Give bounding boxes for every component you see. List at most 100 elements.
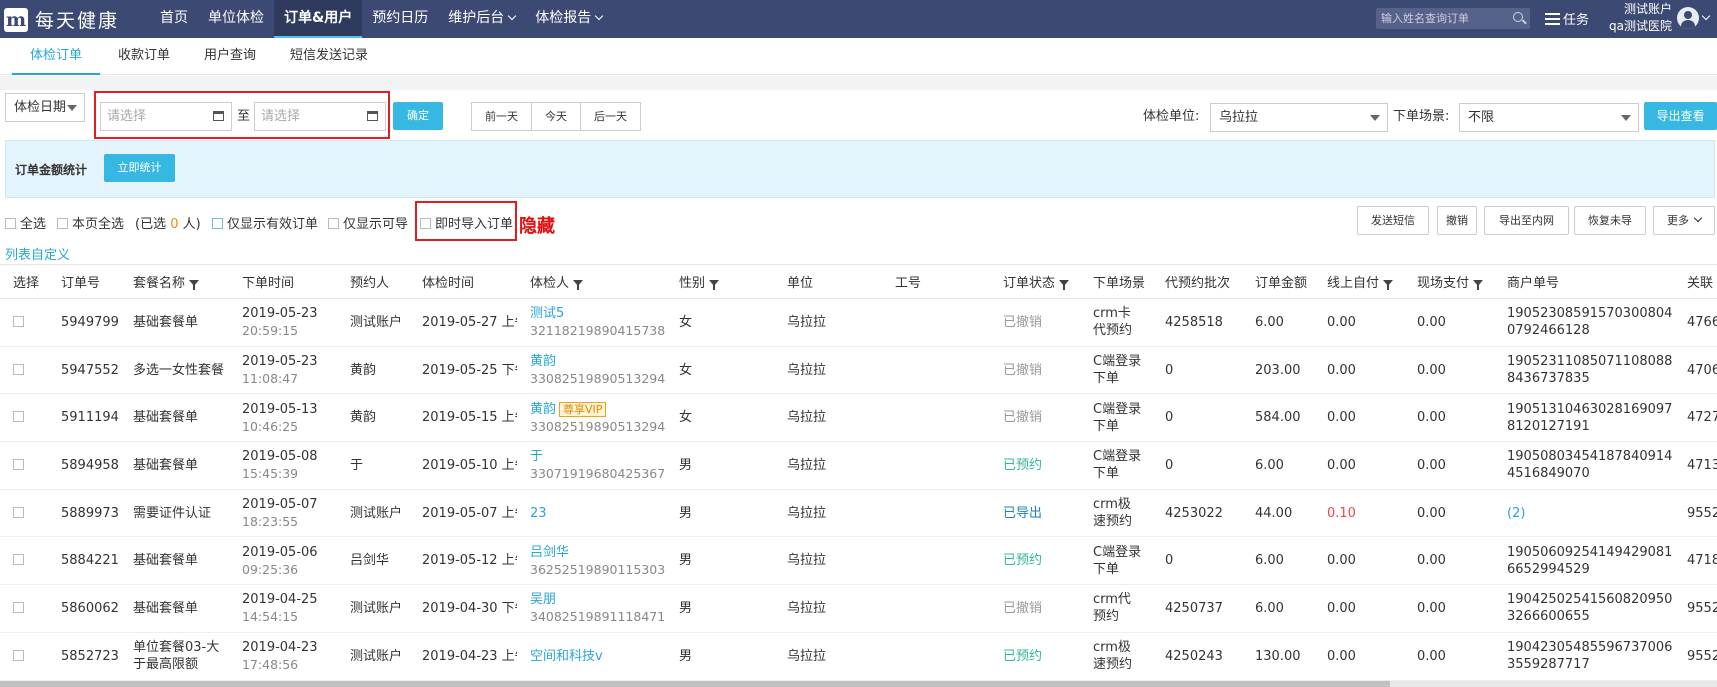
tab-payment-orders[interactable]: 收款订单 xyxy=(102,38,186,75)
revoke-button[interactable]: 撤销 xyxy=(1437,206,1477,235)
row-select-cell[interactable] xyxy=(0,346,48,395)
nav-calendar[interactable]: 预约日历 xyxy=(362,0,438,38)
table-row[interactable]: 5949799 基础套餐单 2019-05-23 20:59:15 测试账户 2019-0… xyxy=(0,298,1717,347)
nav-reports[interactable]: 体检报告 xyxy=(525,0,612,38)
task-button[interactable]: 任务 xyxy=(1545,9,1589,28)
select-page-checkbox[interactable]: 本页全选 xyxy=(57,213,124,232)
order-status-cell: 已预约 xyxy=(990,632,1080,681)
tab-exam-orders[interactable]: 体检订单 xyxy=(12,38,101,75)
calculate-now-button[interactable]: 立即统计 xyxy=(104,154,175,182)
send-sms-button[interactable]: 发送短信 xyxy=(1357,206,1429,235)
nav-orders-users[interactable]: 订单&用户 xyxy=(274,0,363,38)
tab-user-query[interactable]: 用户查询 xyxy=(188,38,272,75)
examinee-name-link[interactable]: 黄韵 xyxy=(530,354,556,369)
scene-select[interactable]: 不限 xyxy=(1459,103,1639,132)
account-info[interactable]: 测试账户 qa测试医院 xyxy=(1592,1,1672,35)
table-row[interactable]: 5911194 基础套餐单 2019-05-13 10:46:25 黄韵 2019-05-… xyxy=(0,393,1717,443)
chevron-down-icon[interactable] xyxy=(1701,11,1711,21)
filter-icon[interactable] xyxy=(1383,280,1394,290)
col-status[interactable]: 订单状态 xyxy=(990,264,1080,299)
unit-select[interactable]: 乌拉拉 xyxy=(1210,103,1388,132)
checkbox-icon[interactable] xyxy=(13,315,24,327)
next-day-button[interactable]: 后一天 xyxy=(581,103,640,130)
filter-icon[interactable] xyxy=(573,280,584,290)
restore-unexported-button[interactable]: 恢复未导 xyxy=(1574,206,1646,235)
start-date-input[interactable]: 请选择 xyxy=(100,102,232,131)
col-amount[interactable]: 订单金额 xyxy=(1242,264,1314,299)
table-row[interactable]: 5889973 需要证件认证 2019-05-07 18:23:55 测试账户 2019-… xyxy=(0,489,1717,538)
export-intranet-button[interactable]: 导出至内网 xyxy=(1484,206,1569,235)
checkbox-icon[interactable] xyxy=(13,649,24,661)
today-button[interactable]: 今天 xyxy=(532,103,581,130)
nav-maintenance[interactable]: 维护后台 xyxy=(438,0,525,38)
examinee-name-link[interactable]: 吕剑华 xyxy=(530,545,569,560)
col-online[interactable]: 线上自付 xyxy=(1314,264,1404,299)
order-search-input[interactable] xyxy=(1376,8,1504,29)
col-scene[interactable]: 下单场景 xyxy=(1080,264,1152,299)
table-row[interactable]: 5860062 基础套餐单 2019-04-25 14:54:15 测试账户 2019-0… xyxy=(0,584,1717,633)
merchant-order-link[interactable]: (2) xyxy=(1507,506,1525,521)
checkbox-icon[interactable] xyxy=(13,363,24,375)
row-select-cell[interactable] xyxy=(0,441,48,490)
table-row[interactable]: 5852723 单位套餐03-大于最高限额 2019-04-23 17:48:56 测试… xyxy=(0,632,1717,681)
select-all-checkbox[interactable]: 全选 xyxy=(5,213,46,232)
row-select-cell[interactable] xyxy=(0,536,48,586)
filter-icon[interactable] xyxy=(1473,280,1484,290)
online-paid-cell: 0.00 xyxy=(1314,393,1404,443)
prev-day-button[interactable]: 前一天 xyxy=(472,103,532,130)
col-merchant-no[interactable]: 商户单号 xyxy=(1494,264,1674,299)
tab-sms-records[interactable]: 短信发送记录 xyxy=(274,38,384,75)
nav-unit-exam[interactable]: 单位体检 xyxy=(198,0,274,38)
instant-import-checkbox[interactable]: 即时导入订单 xyxy=(420,213,513,232)
filter-icon[interactable] xyxy=(189,280,200,290)
col-gender[interactable]: 性别 xyxy=(666,264,774,299)
only-available-checkbox[interactable]: 仅显示可导 xyxy=(328,213,408,232)
customize-columns-link[interactable]: 列表自定义 xyxy=(5,244,70,263)
col-package[interactable]: 套餐名称 xyxy=(120,264,229,299)
row-select-cell[interactable] xyxy=(0,298,48,347)
exam-time: 2019-04-23 上午 xyxy=(409,632,517,681)
table-row[interactable]: 5894958 基础套餐单 2019-05-08 15:45:39 于 2019-05-1… xyxy=(0,441,1717,490)
only-valid-checkbox[interactable]: 仅显示有效订单 xyxy=(212,213,318,232)
confirm-button[interactable]: 确定 xyxy=(393,102,443,130)
col-unit[interactable]: 单位 xyxy=(774,264,882,299)
search-icon[interactable] xyxy=(1513,12,1523,22)
examinee-name-link[interactable]: 黄韵 xyxy=(530,402,556,417)
row-select-cell[interactable] xyxy=(0,489,48,538)
col-emp-no[interactable]: 工号 xyxy=(882,264,990,299)
nav-home[interactable]: 首页 xyxy=(150,0,198,38)
row-select-cell[interactable] xyxy=(0,632,48,681)
checkbox-icon[interactable] xyxy=(13,458,24,470)
row-select-cell[interactable] xyxy=(0,584,48,633)
col-examinee[interactable]: 体检人 xyxy=(517,264,666,299)
col-order-time[interactable]: 下单时间 xyxy=(229,264,337,299)
table-row[interactable]: 5884221 基础套餐单 2019-05-06 09:25:36 吕剑华 2019-05… xyxy=(0,536,1717,586)
export-button[interactable]: 导出查看 xyxy=(1644,102,1717,130)
col-exam-time[interactable]: 体检时间 xyxy=(409,264,517,299)
checkbox-icon[interactable] xyxy=(13,554,24,566)
table-row[interactable]: 5947552 多选一女性套餐 2019-05-23 11:08:47 黄韵 2019-0… xyxy=(0,346,1717,395)
scrollbar-thumb[interactable] xyxy=(0,681,1390,687)
checkbox-icon[interactable] xyxy=(13,506,24,518)
more-dropdown[interactable]: 更多 xyxy=(1653,206,1715,235)
col-batch[interactable]: 代预约批次 xyxy=(1152,264,1242,299)
examinee-name-link[interactable]: 于 xyxy=(530,449,543,464)
checkbox-icon[interactable] xyxy=(13,601,24,613)
examinee-name-link[interactable]: 空间和科技v xyxy=(530,649,603,664)
brand-logo[interactable]: m 每天健康 xyxy=(4,6,119,33)
col-order-no[interactable]: 订单号 xyxy=(48,264,120,299)
col-booker[interactable]: 预约人 xyxy=(337,264,409,299)
col-related[interactable]: 关联 xyxy=(1674,264,1717,299)
end-date-input[interactable]: 请选择 xyxy=(254,102,386,131)
date-type-select[interactable]: 体检日期 xyxy=(5,93,85,122)
examinee-name-link[interactable]: 测试5 xyxy=(530,306,564,321)
col-onsite[interactable]: 现场支付 xyxy=(1404,264,1494,299)
examinee-name-link[interactable]: 23 xyxy=(530,506,547,521)
checkbox-icon[interactable] xyxy=(13,411,24,423)
row-select-cell[interactable] xyxy=(0,393,48,443)
examinee-name-link[interactable]: 吴朋 xyxy=(530,592,556,607)
avatar[interactable] xyxy=(1677,7,1699,29)
filter-icon[interactable] xyxy=(1059,280,1070,290)
filter-icon[interactable] xyxy=(709,280,720,290)
day-navigation-group: 前一天 今天 后一天 xyxy=(471,102,641,131)
